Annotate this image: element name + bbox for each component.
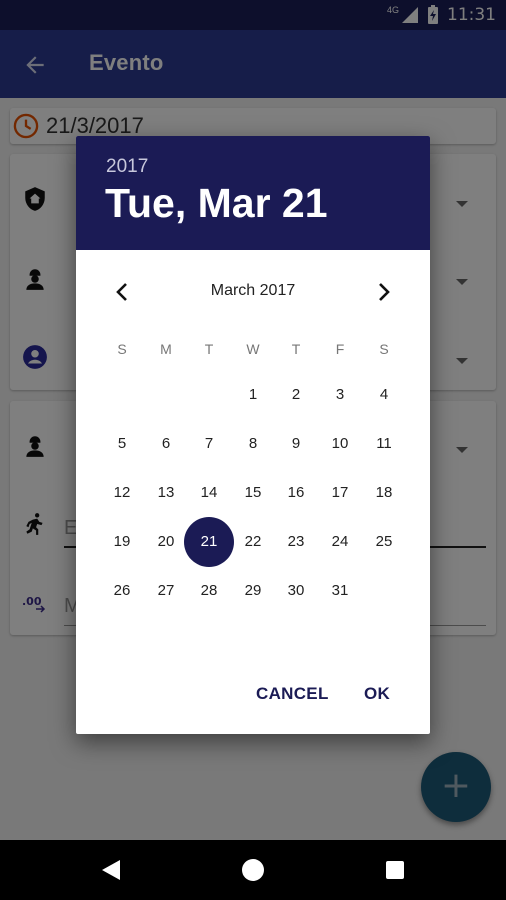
cancel-button[interactable]: CANCEL [256, 684, 329, 704]
month-navigation: March 2017 [76, 274, 430, 310]
calendar-day[interactable]: 4 [359, 370, 409, 420]
weekday-label: T [291, 341, 301, 357]
calendar-day[interactable]: 7 [184, 419, 234, 469]
calendar-day[interactable]: 31 [315, 566, 365, 616]
calendar-day[interactable]: 12 [97, 468, 147, 518]
weekday-label: F [335, 341, 345, 357]
calendar-day[interactable]: 10 [315, 419, 365, 469]
system-nav-bar [0, 840, 506, 900]
weekday-label: T [204, 341, 214, 357]
calendar-day[interactable]: 18 [359, 468, 409, 518]
chevron-right-icon[interactable] [372, 278, 396, 306]
calendar-day[interactable]: 26 [97, 566, 147, 616]
calendar-day[interactable]: 23 [271, 517, 321, 567]
calendar-day-selected[interactable]: 21 [184, 517, 234, 567]
weekday-label: S [117, 341, 127, 357]
nav-home-icon[interactable] [242, 859, 264, 881]
calendar-day[interactable]: 19 [97, 517, 147, 567]
calendar-day[interactable]: 30 [271, 566, 321, 616]
calendar-day[interactable]: 24 [315, 517, 365, 567]
calendar-day[interactable]: 28 [184, 566, 234, 616]
date-picker-dialog: 2017 Tue, Mar 21 March 2017 S M T W T F S 12 34… [76, 136, 430, 734]
calendar-day[interactable]: 3 [315, 370, 365, 420]
date-picker-header: 2017 Tue, Mar 21 [76, 136, 430, 250]
calendar-day[interactable]: 2 [271, 370, 321, 420]
nav-recents-icon[interactable] [386, 861, 404, 879]
calendar-day[interactable]: 9 [271, 419, 321, 469]
calendar-day[interactable]: 25 [359, 517, 409, 567]
nav-back-icon[interactable] [100, 858, 122, 882]
weekday-label: S [379, 341, 389, 357]
calendar-day[interactable]: 5 [97, 419, 147, 469]
calendar-day[interactable]: 14 [184, 468, 234, 518]
weekday-label: W [246, 341, 260, 357]
ok-button[interactable]: OK [364, 684, 390, 704]
selected-date-label[interactable]: Tue, Mar 21 [105, 180, 328, 227]
year-selector[interactable]: 2017 [106, 156, 148, 178]
calendar-day[interactable]: 17 [315, 468, 365, 518]
weekday-label: M [160, 341, 172, 357]
calendar-day[interactable]: 11 [359, 419, 409, 469]
calendar-day[interactable]: 16 [271, 468, 321, 518]
